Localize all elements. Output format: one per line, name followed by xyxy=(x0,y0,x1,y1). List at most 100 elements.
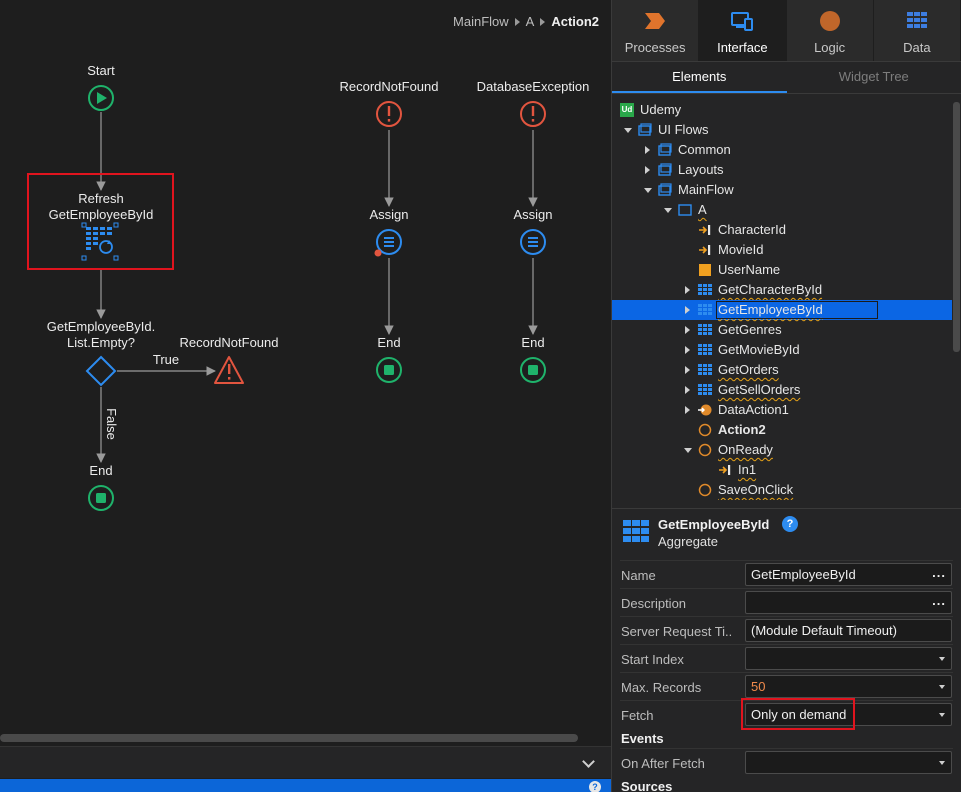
raise-exception-node-icon[interactable] xyxy=(214,356,244,384)
tree-item-label: Action2 xyxy=(718,422,766,437)
tree-item-label: Udemy xyxy=(640,102,682,117)
collapse-arrow-icon[interactable] xyxy=(644,188,652,193)
name-field[interactable]: GetEmployeeById... xyxy=(745,563,952,586)
property-label: Start Index xyxy=(621,652,684,667)
tree-item-label: GetGenres xyxy=(718,322,782,337)
max-records-select[interactable]: 50 xyxy=(745,675,952,698)
tree-item-ui-flows[interactable]: UI Flows xyxy=(612,120,952,140)
tree-item-layouts[interactable]: Layouts xyxy=(612,160,952,180)
panel-subtabs: Elements Widget Tree xyxy=(612,62,961,94)
action-icon xyxy=(698,443,712,457)
assign-node-icon[interactable] xyxy=(374,229,402,257)
tree-item-getorders[interactable]: GetOrders xyxy=(612,360,952,380)
tab-widget-tree[interactable]: Widget Tree xyxy=(787,62,961,93)
expand-arrow-icon[interactable] xyxy=(685,286,690,294)
tab-label: Logic xyxy=(814,40,846,55)
tree-item-label: SaveOnClick xyxy=(718,482,794,497)
server-request-timeout-field[interactable]: (Module Default Timeout) xyxy=(745,619,952,642)
tab-interface[interactable]: Interface xyxy=(699,0,787,61)
more-options-icon[interactable]: ... xyxy=(932,593,946,608)
tree-item-onready[interactable]: OnReady xyxy=(612,440,952,460)
if-node-icon[interactable] xyxy=(85,355,117,387)
canvas-bottom-bar xyxy=(0,746,611,778)
tree-item-username[interactable]: UserName xyxy=(612,260,952,280)
on-after-fetch-select[interactable] xyxy=(745,751,952,774)
end-node-icon[interactable] xyxy=(376,357,402,383)
tree-item-movieid[interactable]: MovieId xyxy=(612,240,952,260)
input-param-icon xyxy=(698,223,712,237)
collapse-arrow-icon[interactable] xyxy=(684,448,692,453)
end-node-icon[interactable] xyxy=(88,485,114,511)
status-bar: ? xyxy=(0,779,611,792)
tree-item-saveonclick[interactable]: SaveOnClick xyxy=(612,480,952,500)
end-node-label: End xyxy=(377,335,401,350)
tree-item-dataaction1[interactable]: DataAction1 xyxy=(612,400,952,420)
flow-diagram xyxy=(81,85,546,511)
tab-processes[interactable]: Processes xyxy=(612,0,700,61)
collapse-arrow-icon[interactable] xyxy=(624,128,632,133)
tree-item-label: DataAction1 xyxy=(718,402,789,417)
property-label: Server Request Ti... xyxy=(621,624,731,639)
tree-item-udemy[interactable]: Ud Udemy xyxy=(612,100,952,120)
expand-arrow-icon[interactable] xyxy=(685,306,690,314)
tree-item-label: UI Flows xyxy=(658,122,709,137)
assign-node-icon[interactable] xyxy=(520,229,546,255)
elements-tree: Ud Udemy UI Flows Common Layouts MainFlow A Cha… xyxy=(612,98,961,500)
max-records-value: 50 xyxy=(751,679,766,694)
input-param-icon xyxy=(718,463,732,477)
expand-arrow-icon[interactable] xyxy=(645,166,650,174)
property-row-max-records: Max. Records 50 xyxy=(620,672,953,698)
tree-vertical-scrollbar[interactable] xyxy=(953,102,960,352)
expand-arrow-icon[interactable] xyxy=(685,346,690,354)
tree-item-common[interactable]: Common xyxy=(612,140,952,160)
action-icon xyxy=(698,423,712,437)
module-icon: Ud xyxy=(620,103,634,117)
aggregate-icon xyxy=(698,303,712,317)
expand-arrow-icon[interactable] xyxy=(685,386,690,394)
tab-data[interactable]: Data xyxy=(874,0,961,61)
tree-item-mainflow[interactable]: MainFlow xyxy=(612,180,952,200)
expand-arrow-icon[interactable] xyxy=(685,406,690,414)
refresh-node-highlight xyxy=(27,173,174,270)
tab-elements[interactable]: Elements xyxy=(612,62,787,93)
help-icon[interactable]: ? xyxy=(589,781,601,792)
description-field[interactable]: ... xyxy=(745,591,952,614)
tab-label: Interface xyxy=(717,40,768,55)
tree-item-label: A xyxy=(698,202,707,217)
exception-handler-icon[interactable] xyxy=(520,101,546,127)
tree-item-a[interactable]: A xyxy=(612,200,952,220)
property-row-timeout: Server Request Ti... (Module Default Tim… xyxy=(620,616,953,642)
properties-subtitle: Aggregate xyxy=(658,534,718,549)
expand-arrow-icon[interactable] xyxy=(645,146,650,154)
end-node-icon[interactable] xyxy=(520,357,546,383)
tree-item-getmoviebyid[interactable]: GetMovieById xyxy=(612,340,952,360)
expand-arrow-icon[interactable] xyxy=(685,366,690,374)
tree-item-getcharacterbyid[interactable]: GetCharacterById xyxy=(612,280,952,300)
expand-arrow-icon[interactable] xyxy=(685,326,690,334)
help-icon[interactable]: ? xyxy=(782,516,798,532)
flow-canvas[interactable]: MainFlow A Action2 Start Refresh GetEmpl… xyxy=(0,0,611,792)
canvas-horizontal-scrollbar[interactable] xyxy=(0,734,578,742)
tree-item-label: OnReady xyxy=(718,442,773,457)
collapse-arrow-icon[interactable] xyxy=(664,208,672,213)
tree-item-label: GetCharacterById xyxy=(718,282,823,297)
timeout-field-value: (Module Default Timeout) xyxy=(751,623,897,638)
tab-logic[interactable]: Logic xyxy=(787,0,874,61)
tree-item-getsellorders[interactable]: GetSellOrders xyxy=(612,380,952,400)
start-index-select[interactable] xyxy=(745,647,952,670)
start-node-icon[interactable] xyxy=(88,85,114,111)
tree-item-in1[interactable]: In1 xyxy=(612,460,952,480)
rename-outline xyxy=(716,301,878,319)
tree-item-getemployeebyid[interactable]: GetEmployeeById xyxy=(612,300,952,320)
tree-item-getgenres[interactable]: GetGenres xyxy=(612,320,952,340)
tree-item-characterid[interactable]: CharacterId xyxy=(612,220,952,240)
tree-item-action2[interactable]: Action2 xyxy=(612,420,952,440)
more-options-icon[interactable]: ... xyxy=(932,565,946,580)
screen-icon xyxy=(678,203,692,217)
tree-item-label: In1 xyxy=(738,462,757,477)
chevron-down-icon[interactable] xyxy=(582,755,595,768)
exception-handler-icon[interactable] xyxy=(376,101,402,127)
raise-exception-label: RecordNotFound xyxy=(179,335,279,350)
property-row-description: Description ... xyxy=(620,588,953,614)
sources-section-header: Sources xyxy=(621,779,673,792)
